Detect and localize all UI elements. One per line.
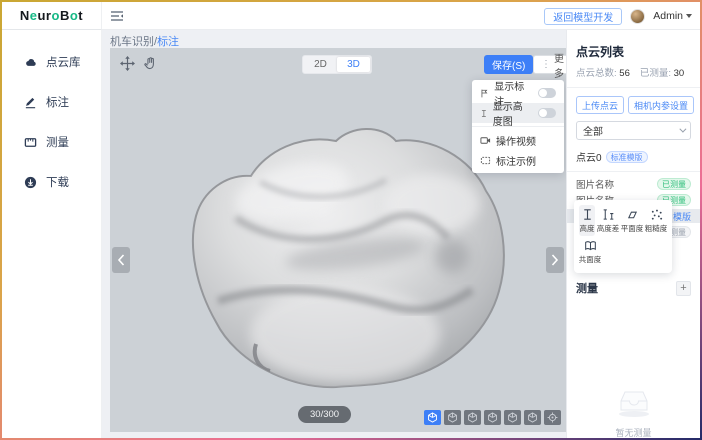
empty-state-text: 暂无测量 <box>567 426 700 438</box>
next-image-button[interactable] <box>546 247 564 273</box>
sidebar-collapse-icon[interactable] <box>110 9 124 23</box>
empty-box-icon <box>612 386 656 418</box>
tool-coplanarity[interactable]: 共面度 <box>579 236 601 267</box>
user-menu[interactable]: Admin <box>653 10 692 22</box>
divider <box>567 87 700 88</box>
viewer-canvas[interactable]: 2D 3D 保存(S) ⋮ 更多 显示标注 显示高度图 <box>110 48 566 432</box>
chevron-down-icon <box>679 126 686 133</box>
flatness-icon <box>626 208 639 221</box>
pointcloud-item[interactable]: 点云0 标准模版 <box>576 149 691 164</box>
divider <box>567 171 700 172</box>
view-orientation-toolbar <box>424 410 561 425</box>
tool-height[interactable]: 高度 <box>579 205 595 236</box>
upload-pointcloud-button[interactable]: 上传点云 <box>576 96 624 114</box>
breadcrumb-parent[interactable]: 机车识别 <box>110 36 154 48</box>
empty-state: 暂无测量 <box>567 386 700 438</box>
header-right: 返回模型开发 Admin <box>544 2 692 30</box>
add-measure-button[interactable]: + <box>676 281 691 296</box>
view-cube-left-button[interactable] <box>484 410 501 425</box>
view-cube-right-button[interactable] <box>504 410 521 425</box>
tool-roughness[interactable]: 粗糙度 <box>645 205 667 236</box>
save-button[interactable]: 保存(S) <box>484 55 533 74</box>
crosshair-icon <box>547 412 558 423</box>
image-pager: 30/300 <box>298 406 351 423</box>
height-icon <box>581 208 594 221</box>
menu-item-tutorial-video[interactable]: 操作视频 <box>472 130 564 150</box>
view-mode-toggle: 2D 3D <box>302 55 372 74</box>
view-2d-button[interactable]: 2D <box>304 57 337 72</box>
prev-image-button[interactable] <box>112 247 130 273</box>
chevron-right-icon <box>551 254 559 266</box>
download-icon <box>24 176 37 189</box>
more-dropdown-menu: 显示标注 显示高度图 操作视频 标注示例 <box>472 80 564 173</box>
measured-badge: 已测量 <box>657 178 691 190</box>
chevron-down-icon <box>686 14 692 18</box>
sidebar-item-measure[interactable]: 测量 <box>2 122 101 162</box>
sidebar-item-annotate[interactable]: 标注 <box>2 82 101 122</box>
height-diff-icon <box>602 208 615 221</box>
cloud-icon <box>24 56 37 69</box>
stat-total: 点云总数: 56 <box>576 65 630 79</box>
coplanarity-icon <box>584 239 597 252</box>
view-3d-button[interactable]: 3D <box>337 57 370 72</box>
tool-height-diff[interactable]: 高度差 <box>597 205 619 236</box>
image-name: 图片名称 <box>576 177 614 191</box>
user-name: Admin <box>653 10 683 22</box>
logo-box: NeuroBot <box>2 2 102 30</box>
ruler-icon <box>24 136 37 149</box>
show-heightmap-toggle[interactable] <box>538 108 556 118</box>
show-annotation-toggle[interactable] <box>538 88 556 98</box>
top-header: NeuroBot 返回模型开发 Admin <box>2 2 700 30</box>
filter-selected-value: 全部 <box>583 123 603 138</box>
sidebar-item-label: 测量 <box>46 134 69 150</box>
sidebar-item-pointcloud-library[interactable]: 点云库 <box>2 42 101 82</box>
sidebar-item-label: 点云库 <box>46 54 81 70</box>
view-cube-top-button[interactable] <box>524 410 541 425</box>
ibeam-icon <box>480 108 488 119</box>
left-sidebar: 点云库 标注 测量 下载 <box>2 30 102 438</box>
measure-section-header: 测量 + <box>576 280 691 296</box>
hand-tool-icon[interactable] <box>143 56 159 72</box>
view-cube-back-button[interactable] <box>464 410 481 425</box>
example-icon <box>480 155 491 166</box>
filter-select[interactable]: 全部 <box>576 121 691 140</box>
avatar[interactable] <box>630 9 645 24</box>
measure-tool-palette: 高度 高度差 平面度 粗糙度 共面度 <box>574 200 672 273</box>
app-window: NeuroBot 返回模型开发 Admin 点云库 标注 测量 <box>0 0 702 440</box>
pointcloud-name: 点云0 <box>576 149 602 164</box>
panel-stats: 点云总数: 56 已测量: 30 <box>576 65 691 79</box>
sidebar-item-label: 下载 <box>46 174 69 190</box>
sidebar-item-download[interactable]: 下载 <box>2 162 101 202</box>
menu-item-show-heightmap[interactable]: 显示高度图 <box>472 103 564 123</box>
camera-params-button[interactable]: 相机内参设置 <box>628 96 694 114</box>
panel-title: 点云列表 <box>576 43 691 60</box>
view-cube-default-button[interactable] <box>424 410 441 425</box>
chevron-left-icon <box>117 254 125 266</box>
menu-item-annotation-example[interactable]: 标注示例 <box>472 150 564 170</box>
image-list-item[interactable]: 图片名称 已测量 <box>567 177 700 191</box>
pen-icon <box>24 96 37 109</box>
back-to-model-dev-button[interactable]: 返回模型开发 <box>544 8 622 25</box>
roughness-icon <box>650 208 663 221</box>
tool-flatness[interactable]: 平面度 <box>621 205 643 236</box>
flag-icon <box>480 88 489 99</box>
sidebar-item-label: 标注 <box>46 94 69 110</box>
pointcloud-panel: 点云列表 点云总数: 56 已测量: 30 上传点云 相机内参设置 全部 点云0… <box>566 30 700 438</box>
breadcrumb-current: 标注 <box>157 36 179 48</box>
stat-measured: 已测量: 30 <box>640 65 684 79</box>
app-logo: NeuroBot <box>20 8 83 23</box>
move-tool-icon[interactable] <box>120 56 136 72</box>
recenter-view-button[interactable] <box>544 410 561 425</box>
video-icon <box>480 135 491 146</box>
template-badge: 标准模版 <box>606 151 648 163</box>
breadcrumb: 机车识别/标注 <box>110 33 179 49</box>
view-cube-front-button[interactable] <box>444 410 461 425</box>
more-dots-icon: ⋮ <box>541 59 551 70</box>
panel-actions: 上传点云 相机内参设置 <box>576 96 691 114</box>
